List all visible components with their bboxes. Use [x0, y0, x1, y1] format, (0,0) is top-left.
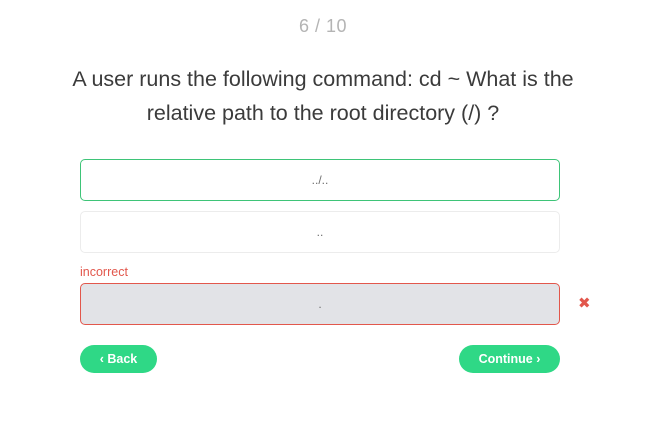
- answer-option-selected-wrong[interactable]: .: [80, 283, 560, 325]
- answer-option-label: ..: [316, 225, 324, 239]
- continue-button[interactable]: Continue ›: [459, 345, 560, 373]
- back-button[interactable]: ‹ Back: [80, 345, 157, 373]
- answer-option-correct[interactable]: ../..: [80, 159, 560, 201]
- close-x-icon: ✖: [578, 295, 591, 312]
- question-text: A user runs the following command: cd ~ …: [72, 67, 574, 125]
- progress-indicator: 6 / 10: [298, 16, 348, 36]
- incorrect-feedback-label: incorrect: [80, 265, 128, 279]
- answer-option[interactable]: ..: [80, 211, 560, 253]
- answer-option-label: .: [318, 297, 322, 311]
- answer-option-label: ../..: [311, 173, 329, 187]
